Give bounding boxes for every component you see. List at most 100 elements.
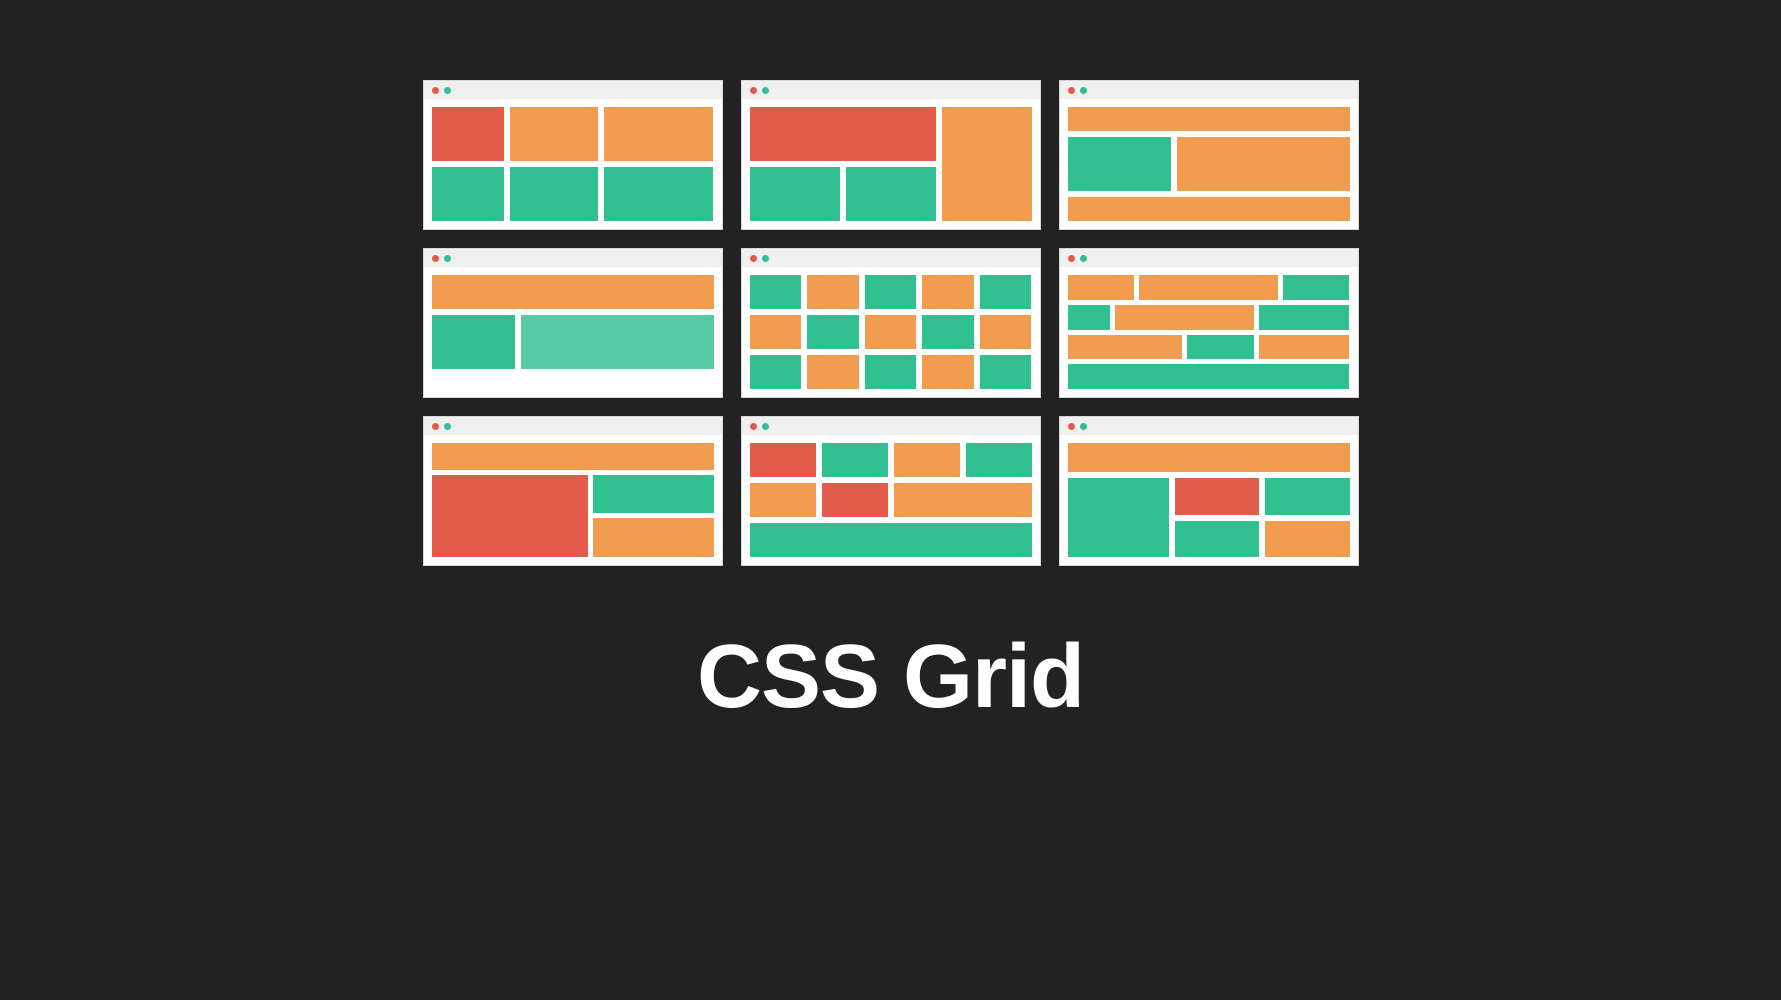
grid-cell xyxy=(822,483,888,517)
titlebar xyxy=(424,81,722,99)
close-dot-icon xyxy=(432,87,439,94)
titlebar xyxy=(742,417,1040,435)
page-title: CSS Grid xyxy=(697,626,1084,729)
close-dot-icon xyxy=(432,255,439,262)
min-dot-icon xyxy=(762,423,769,430)
window-w3 xyxy=(1059,80,1359,230)
close-dot-icon xyxy=(1068,87,1075,94)
grid-cell xyxy=(604,107,713,161)
grid-cell xyxy=(980,275,1032,309)
window-w2 xyxy=(741,80,1041,230)
grid-cell xyxy=(865,315,917,349)
grid-cell xyxy=(894,483,1032,517)
window-content xyxy=(424,267,722,397)
min-dot-icon xyxy=(1080,255,1087,262)
grid-cell xyxy=(980,315,1032,349)
grid-cell xyxy=(922,315,974,349)
titlebar xyxy=(1060,81,1358,99)
grid-cell xyxy=(1068,107,1350,131)
grid-cell xyxy=(750,443,816,477)
window-content xyxy=(742,435,1040,565)
window-w7 xyxy=(423,416,723,566)
grid-cell xyxy=(593,518,713,557)
grid-cell xyxy=(432,167,505,221)
window-w6 xyxy=(1059,248,1359,398)
titlebar xyxy=(742,81,1040,99)
grid-cell xyxy=(750,483,816,517)
window-content xyxy=(742,99,1040,229)
grid-cell xyxy=(521,315,713,369)
grid-cell xyxy=(1175,478,1259,514)
window-content xyxy=(742,267,1040,397)
grid-cell xyxy=(865,275,917,309)
close-dot-icon xyxy=(432,423,439,430)
grid-cell xyxy=(432,475,589,557)
close-dot-icon xyxy=(750,255,757,262)
grid-cell xyxy=(510,167,598,221)
window-w8 xyxy=(741,416,1041,566)
grid-cell xyxy=(1139,275,1278,300)
grid-cell xyxy=(966,443,1032,477)
grid-cell xyxy=(1259,335,1350,360)
grid-cell xyxy=(1068,305,1111,330)
grid-cell xyxy=(432,315,516,369)
window-content xyxy=(1060,435,1358,565)
grid-cell xyxy=(432,107,505,161)
grid-cell xyxy=(1115,305,1254,330)
grid-cell xyxy=(432,443,714,470)
titlebar xyxy=(1060,249,1358,267)
grid-cell xyxy=(807,275,859,309)
window-w4 xyxy=(423,248,723,398)
grid-cell xyxy=(604,167,713,221)
grid-cell xyxy=(1068,197,1350,221)
grid-cell xyxy=(510,107,598,161)
titlebar xyxy=(1060,417,1358,435)
titlebar xyxy=(742,249,1040,267)
grid-cell xyxy=(1068,364,1350,389)
close-dot-icon xyxy=(750,423,757,430)
grid-cell xyxy=(750,167,840,221)
grid-cell xyxy=(1068,137,1172,190)
min-dot-icon xyxy=(762,87,769,94)
grid-cell xyxy=(922,355,974,389)
grid-cell xyxy=(894,443,960,477)
min-dot-icon xyxy=(444,423,451,430)
titlebar xyxy=(424,249,722,267)
titlebar xyxy=(424,417,722,435)
min-dot-icon xyxy=(1080,87,1087,94)
close-dot-icon xyxy=(750,87,757,94)
grid-cell xyxy=(1283,275,1350,300)
grid-cell xyxy=(750,275,802,309)
grid-cell xyxy=(807,315,859,349)
grid-cell xyxy=(593,475,713,514)
grid-cell xyxy=(1068,478,1169,557)
window-content xyxy=(1060,267,1358,397)
window-w1 xyxy=(423,80,723,230)
grid-cell xyxy=(922,275,974,309)
grid-cell xyxy=(750,355,802,389)
grid-cell xyxy=(1068,275,1135,300)
close-dot-icon xyxy=(1068,255,1075,262)
grid-cell xyxy=(1265,478,1349,514)
grid-cell xyxy=(807,355,859,389)
grid-cell xyxy=(846,167,936,221)
grid-cell xyxy=(980,355,1032,389)
grid-cell xyxy=(750,315,802,349)
grid-cell xyxy=(750,523,1032,557)
grid-cell xyxy=(1259,305,1350,330)
grid-cell xyxy=(432,275,714,309)
grid-cell xyxy=(1265,521,1349,557)
min-dot-icon xyxy=(444,87,451,94)
grid-cell xyxy=(1068,335,1183,360)
layout-examples-grid xyxy=(423,80,1359,566)
window-content xyxy=(424,99,722,229)
grid-cell xyxy=(1177,137,1350,190)
min-dot-icon xyxy=(1080,423,1087,430)
window-content xyxy=(424,435,722,565)
window-content xyxy=(1060,99,1358,229)
window-w5 xyxy=(741,248,1041,398)
window-w9 xyxy=(1059,416,1359,566)
grid-cell xyxy=(1068,443,1350,472)
grid-cell xyxy=(1187,335,1254,360)
close-dot-icon xyxy=(1068,423,1075,430)
